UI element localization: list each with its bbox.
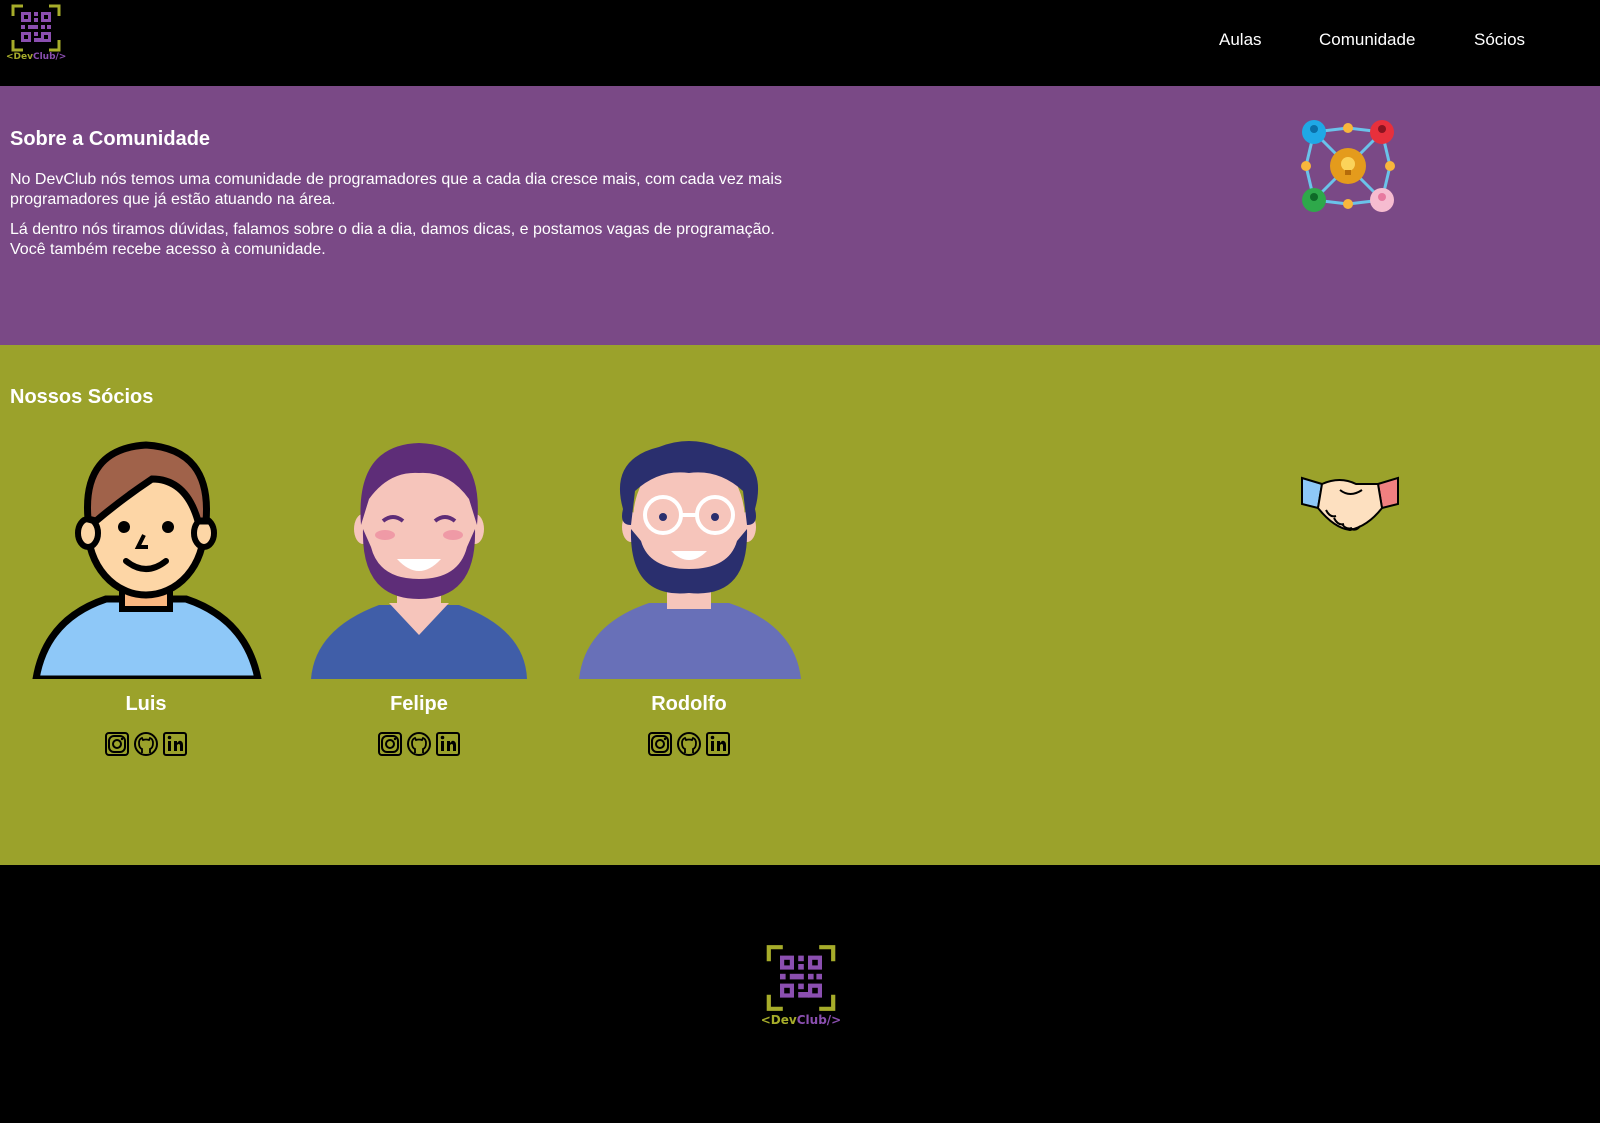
top-navbar: <DevClub/> Aulas Comunidade Sócios <box>0 0 1600 86</box>
partners-title: Nossos Sócios <box>10 386 154 408</box>
devclub-logo[interactable]: <DevClub/> <box>6 4 66 68</box>
partners-section: Nossos Sócios Luis Felipe Rodolfo <box>0 345 1600 865</box>
github-icon[interactable] <box>676 731 702 757</box>
footer: <DevClub/> <box>0 865 1600 1123</box>
avatar-luis <box>32 441 262 679</box>
logo-text-club: Club/> <box>796 1013 842 1027</box>
partner-name: Felipe <box>390 693 448 715</box>
partner-name: Luis <box>125 693 167 715</box>
logo-text-dev: <Dev <box>6 52 33 62</box>
about-section: Sobre a Comunidade No DevClub nós temos … <box>0 86 1600 345</box>
nav-item-aulas[interactable]: Aulas <box>1219 30 1262 50</box>
partner-card: Rodolfo <box>569 429 809 759</box>
linkedin-icon[interactable] <box>435 731 461 757</box>
about-paragraph-1: No DevClub nós temos uma comunidade de p… <box>10 171 782 208</box>
community-network-icon <box>1301 120 1395 212</box>
qr-logo-icon <box>766 945 836 1011</box>
instagram-icon[interactable] <box>377 731 403 757</box>
instagram-icon[interactable] <box>104 731 130 757</box>
linkedin-icon[interactable] <box>705 731 731 757</box>
about-paragraph-2: Lá dentro nós tiramos dúvidas, falamos s… <box>10 221 775 258</box>
logo-wordmark: <DevClub/> <box>6 52 66 62</box>
partner-card: Luis <box>26 429 266 759</box>
instagram-icon[interactable] <box>647 731 673 757</box>
avatar-rodolfo <box>579 441 801 679</box>
partner-socials <box>299 731 539 757</box>
nav-item-comunidade[interactable]: Comunidade <box>1319 30 1415 50</box>
logo-text-dev: <Dev <box>760 1013 797 1027</box>
avatar-felipe <box>311 443 527 679</box>
handshake-icon <box>1301 476 1399 532</box>
logo-text-club: Club/> <box>32 52 67 62</box>
github-icon[interactable] <box>406 731 432 757</box>
linkedin-icon[interactable] <box>162 731 188 757</box>
nav-item-socios[interactable]: Sócios <box>1474 30 1525 50</box>
partner-name: Rodolfo <box>651 693 727 715</box>
about-title: Sobre a Comunidade <box>10 128 211 150</box>
partner-socials <box>26 731 266 757</box>
logo-wordmark: <DevClub/> <box>760 1013 842 1027</box>
partner-socials <box>569 731 809 757</box>
devclub-footer-logo[interactable]: <DevClub/> <box>760 943 842 1033</box>
qr-logo-icon <box>11 4 61 52</box>
partner-card: Felipe <box>299 429 539 759</box>
github-icon[interactable] <box>133 731 159 757</box>
